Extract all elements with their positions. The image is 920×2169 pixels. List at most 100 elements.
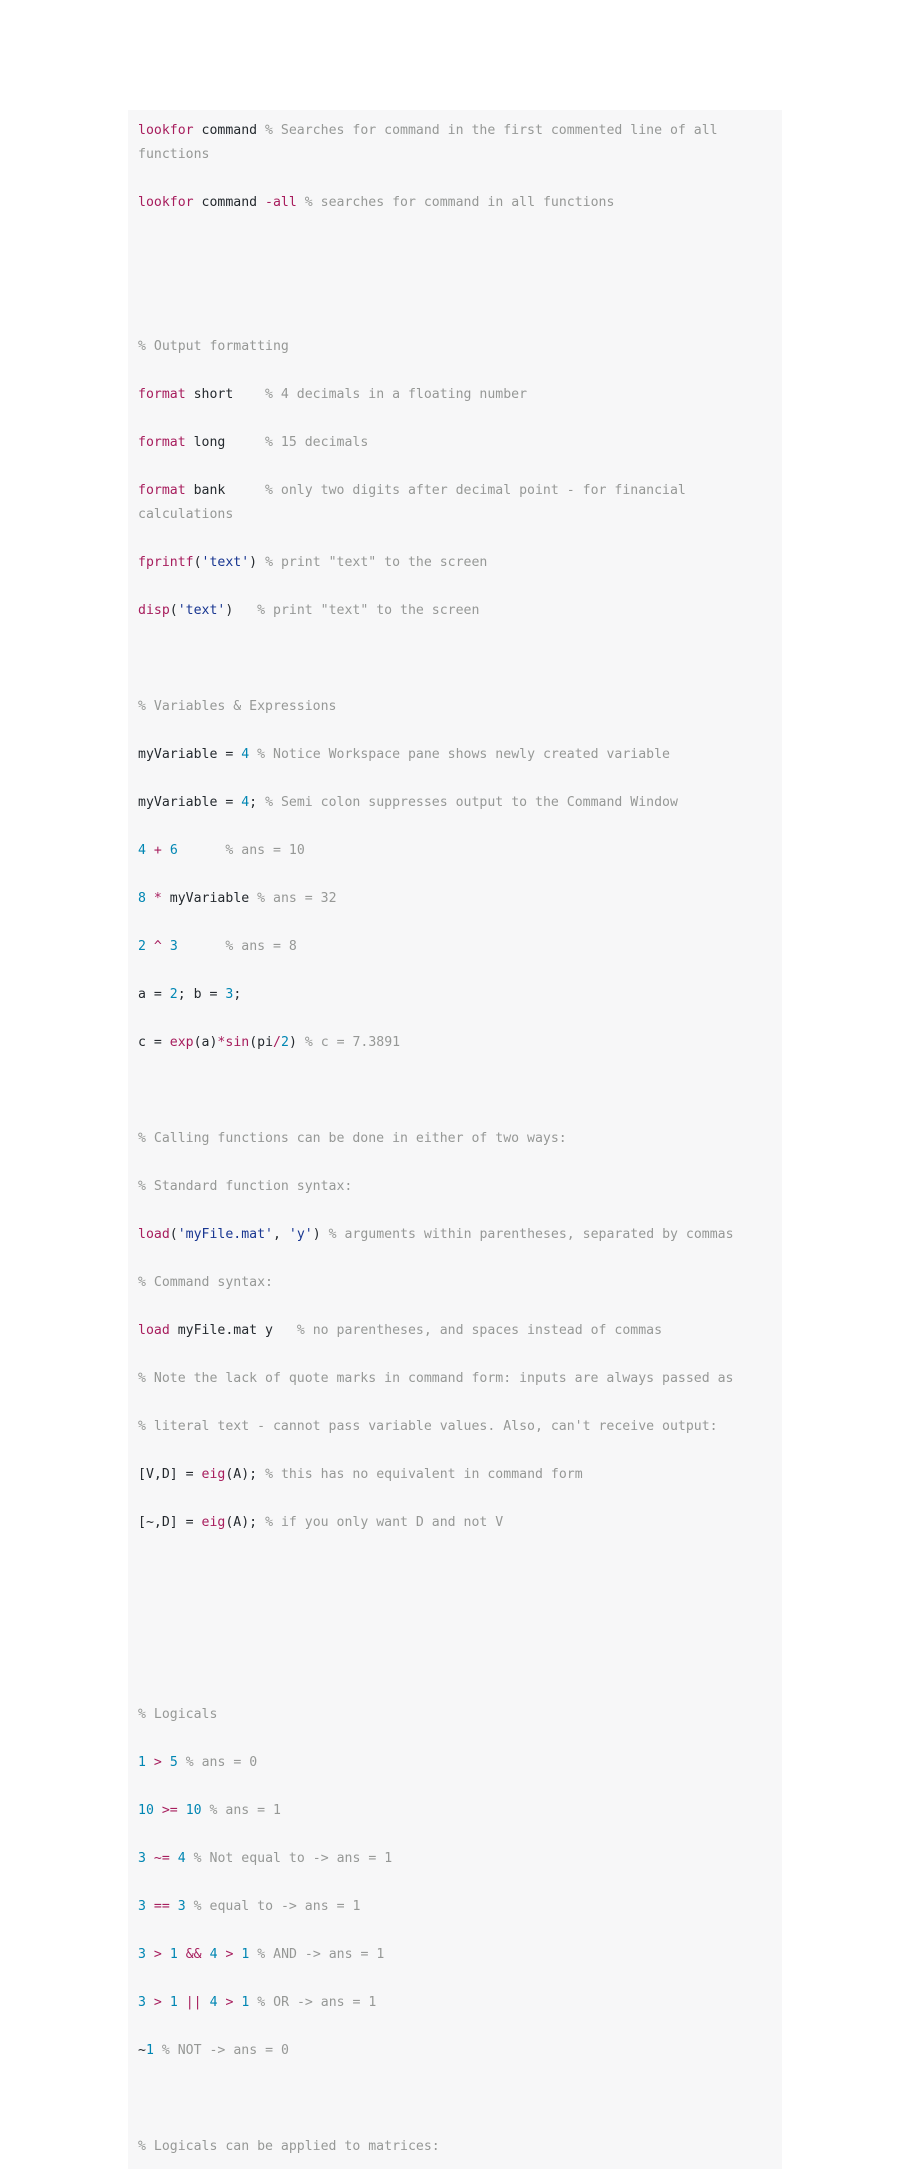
token-num: 10 bbox=[138, 1803, 154, 1818]
token-num: 2 bbox=[280, 1035, 289, 1050]
code-line: % Logicals can be applied to matrices: bbox=[138, 2135, 772, 2159]
token-num: 4 bbox=[241, 747, 250, 762]
code-line: fprintf('text') % print "text" to the sc… bbox=[138, 551, 772, 575]
token-op: > bbox=[153, 1755, 162, 1770]
token-num: 1 bbox=[169, 1995, 178, 2010]
code-line: 3 > 1 || 4 > 1 % OR -> ans = 1 bbox=[138, 1991, 772, 2015]
token-txt: ) bbox=[288, 1035, 305, 1050]
token-com: % AND -> ans = 1 bbox=[257, 1947, 385, 1962]
token-txt: ; bbox=[233, 987, 242, 1002]
token-num: 3 bbox=[138, 1899, 146, 1914]
token-txt: ) bbox=[312, 1227, 329, 1242]
code-line: 3 ~= 4 % Not equal to -> ans = 1 bbox=[138, 1847, 772, 1871]
token-txt: ) bbox=[249, 555, 266, 570]
token-txt: command bbox=[193, 195, 266, 210]
token-num: 4 bbox=[209, 1995, 218, 2010]
code-line: format bank % only two digits after deci… bbox=[138, 479, 772, 527]
token-com: % arguments within parentheses, separate… bbox=[328, 1227, 734, 1242]
token-str: 'text' bbox=[177, 603, 226, 618]
token-op: + bbox=[153, 843, 162, 858]
token-kw: load bbox=[138, 1227, 170, 1242]
code-line: % Standard function syntax: bbox=[138, 1175, 772, 1199]
token-txt: c = bbox=[138, 1035, 170, 1050]
code-line: % Output formatting bbox=[138, 335, 772, 359]
token-op: || bbox=[185, 1995, 202, 2010]
token-op: / bbox=[273, 1035, 281, 1050]
token-com: % Calling functions can be done in eithe… bbox=[138, 1131, 567, 1146]
token-txt: (A); bbox=[225, 1467, 266, 1482]
token-com: % this has no equivalent in command form bbox=[265, 1467, 583, 1482]
token-txt: (A); bbox=[225, 1515, 266, 1530]
token-com: % searches for command in all functions bbox=[304, 195, 615, 210]
code-line: myVariable = 4 % Notice Workspace pane s… bbox=[138, 743, 772, 767]
code-panel: lookfor command % Searches for command i… bbox=[128, 110, 782, 2169]
token-txt: myVariable bbox=[161, 891, 258, 906]
token-num: 4 bbox=[241, 795, 250, 810]
token-num: 4 bbox=[209, 1947, 218, 1962]
token-kw: load bbox=[138, 1323, 170, 1338]
token-com: % ans = 8 bbox=[225, 939, 297, 954]
token-com: % Output formatting bbox=[138, 339, 289, 354]
token-op: > bbox=[153, 1995, 162, 2010]
token-num: 4 bbox=[177, 1851, 186, 1866]
token-com: % OR -> ans = 1 bbox=[257, 1995, 377, 2010]
token-com: % NOT -> ans = 0 bbox=[161, 2043, 289, 2058]
token-num: 3 bbox=[138, 1995, 146, 2010]
token-num: 1 bbox=[241, 1995, 250, 2010]
token-op: > bbox=[153, 1947, 162, 1962]
token-num: 3 bbox=[177, 1899, 186, 1914]
code-line: [~,D] = eig(A); % if you only want D and… bbox=[138, 1511, 772, 1535]
token-com: % Not equal to -> ans = 1 bbox=[193, 1851, 393, 1866]
token-com: % print "text" to the screen bbox=[257, 603, 480, 618]
code-line: format short % 4 decimals in a floating … bbox=[138, 383, 772, 407]
token-com: % ans = 1 bbox=[209, 1803, 281, 1818]
code-line: % literal text - cannot pass variable va… bbox=[138, 1415, 772, 1439]
token-num: 2 bbox=[169, 987, 178, 1002]
token-op: == bbox=[153, 1899, 170, 1914]
token-txt: , bbox=[273, 1227, 289, 1242]
token-com: % ans = 32 bbox=[257, 891, 337, 906]
token-com: % ans = 0 bbox=[185, 1755, 258, 1770]
token-com: % if you only want D and not V bbox=[265, 1515, 504, 1530]
token-com: % ans = 10 bbox=[225, 843, 305, 858]
code-line: lookfor command % Searches for command i… bbox=[138, 119, 772, 167]
token-str: 'myFile.mat' bbox=[177, 1227, 273, 1242]
code-line: % Command syntax: bbox=[138, 1271, 772, 1295]
token-kw: fprintf bbox=[138, 555, 194, 570]
code-line: % Logicals bbox=[138, 1703, 772, 1727]
token-com: % 15 decimals bbox=[265, 435, 369, 450]
token-kw: eig bbox=[201, 1467, 226, 1482]
token-kw: exp bbox=[169, 1035, 194, 1050]
code-line: myVariable = 4; % Semi colon suppresses … bbox=[138, 791, 772, 815]
token-com: % no parentheses, and spaces instead of … bbox=[296, 1323, 663, 1338]
token-com: % equal to -> ans = 1 bbox=[193, 1899, 361, 1914]
token-com: % c = 7.3891 bbox=[304, 1035, 401, 1050]
code-line: 8 * myVariable % ans = 32 bbox=[138, 887, 772, 911]
code-line: 1 > 5 % ans = 0 bbox=[138, 1751, 772, 1775]
token-num: 6 bbox=[169, 843, 178, 858]
token-op: && bbox=[185, 1947, 202, 1962]
token-op: ~= bbox=[153, 1851, 170, 1866]
token-kw: lookfor bbox=[138, 195, 194, 210]
page-root: lookfor command % Searches for command i… bbox=[0, 0, 920, 2169]
code-line: 10 >= 10 % ans = 1 bbox=[138, 1799, 772, 1823]
code-listing[interactable]: lookfor command % Searches for command i… bbox=[128, 119, 782, 2159]
